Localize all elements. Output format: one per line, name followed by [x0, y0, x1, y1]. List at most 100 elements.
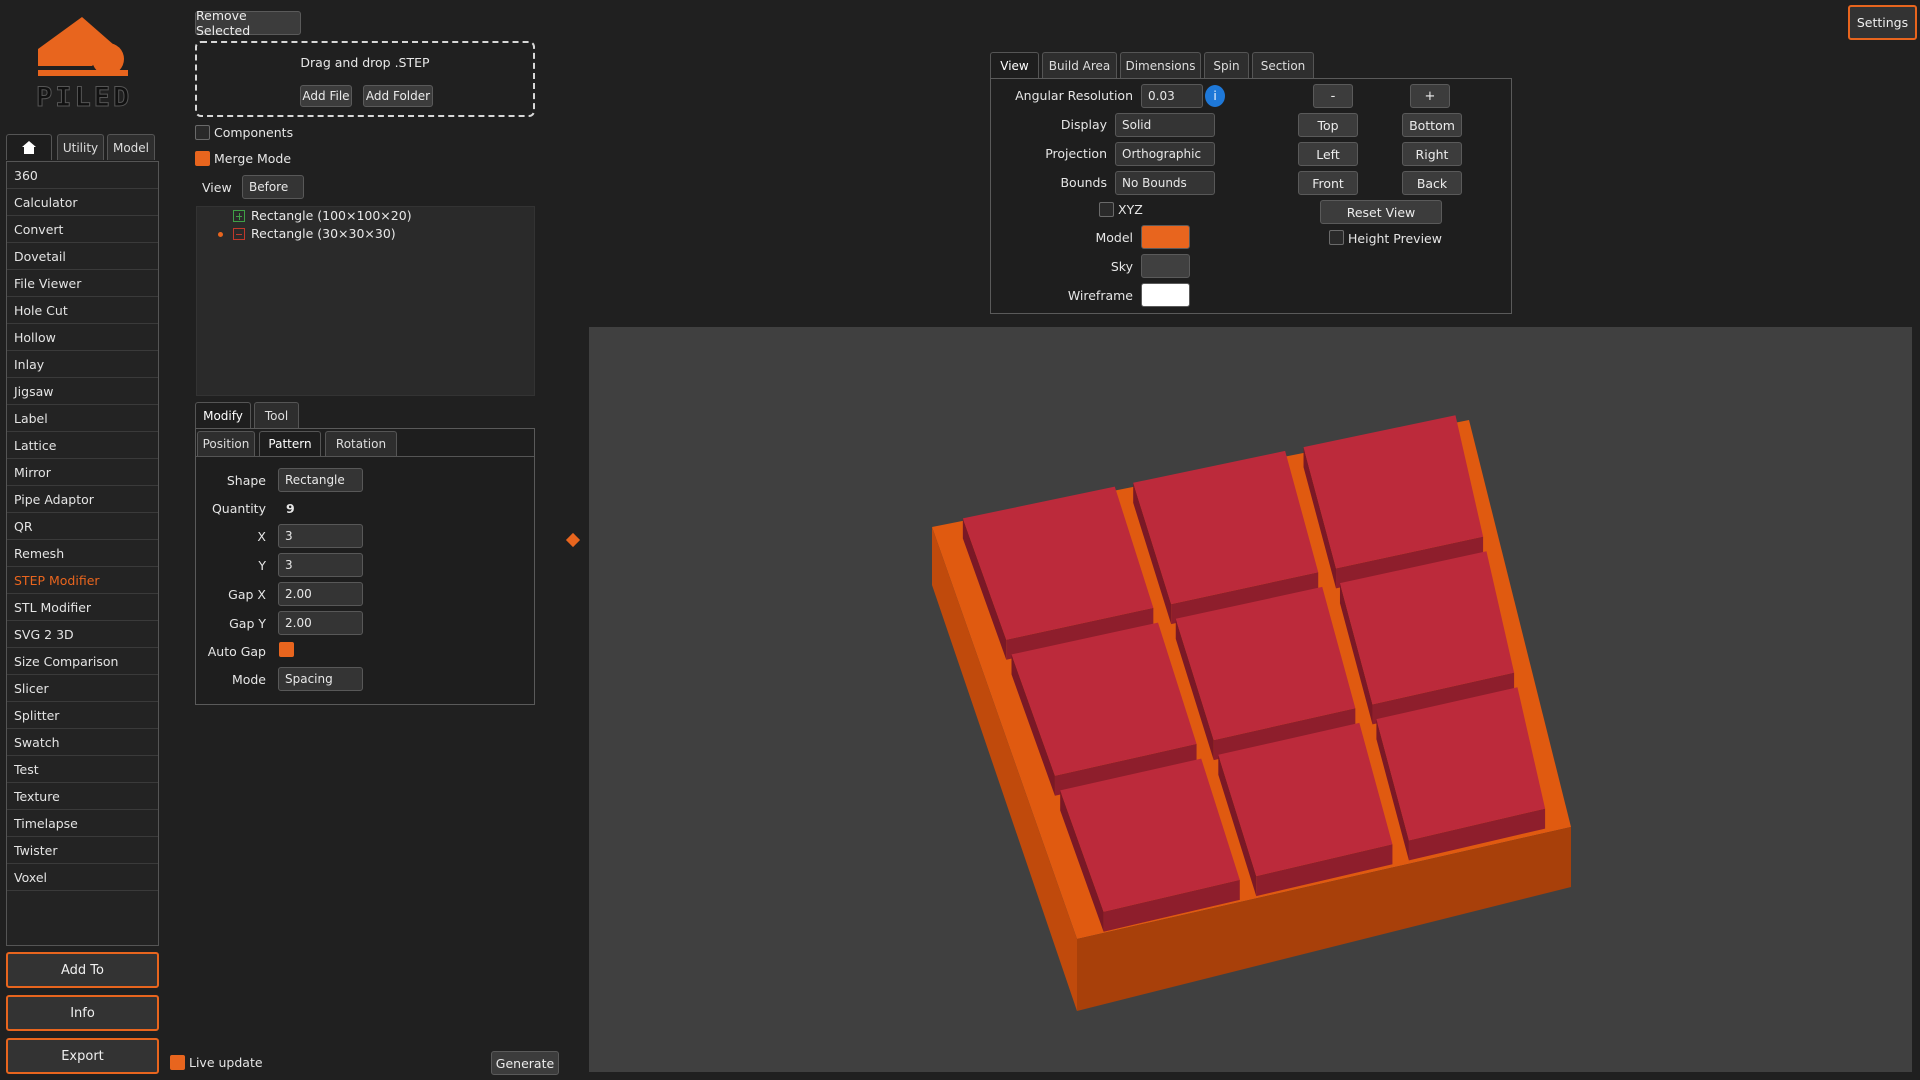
tab-build-area[interactable]: Build Area	[1042, 52, 1117, 78]
sidebar-item[interactable]: Inlay	[7, 351, 158, 378]
subtract-icon	[233, 227, 245, 240]
tab-tool[interactable]: Tool	[254, 402, 299, 428]
sidebar-item[interactable]: Hole Cut	[7, 297, 158, 324]
sidebar-item[interactable]: Voxel	[7, 864, 158, 891]
display-label: Display	[1060, 117, 1107, 132]
tab-dimensions[interactable]: Dimensions	[1120, 52, 1201, 78]
sidebar-item[interactable]: Splitter	[7, 702, 158, 729]
projection-select[interactable]: Orthographic	[1115, 142, 1215, 166]
sidebar-item[interactable]: Remesh	[7, 540, 158, 567]
modify-panel: Position Pattern Rotation Shape Rectangl…	[195, 428, 535, 705]
live-update-label: Live update	[189, 1055, 263, 1070]
view-front-button[interactable]: Front	[1298, 171, 1358, 195]
shape-select[interactable]: Rectangle	[278, 468, 363, 492]
tab-home[interactable]	[6, 134, 52, 160]
info-button[interactable]: Info	[6, 995, 159, 1031]
sky-color-label: Sky	[1110, 259, 1133, 274]
gap-y-label: Gap Y	[229, 616, 266, 631]
gap-x-input[interactable]: 2.00	[278, 582, 363, 606]
model-color-swatch[interactable]	[1141, 225, 1190, 249]
zoom-out-button[interactable]: -	[1313, 84, 1353, 108]
sidebar-item[interactable]: Dovetail	[7, 243, 158, 270]
tab-modify[interactable]: Modify	[195, 402, 251, 428]
reset-view-button[interactable]: Reset View	[1320, 200, 1442, 224]
tree-item-subtract[interactable]: Rectangle (30×30×30)	[218, 226, 396, 241]
add-to-button[interactable]: Add To	[6, 952, 159, 988]
sidebar-item[interactable]: SVG 2 3D	[7, 621, 158, 648]
add-folder-button[interactable]: Add Folder	[363, 85, 433, 107]
angular-resolution-input[interactable]: 0.03	[1141, 84, 1203, 108]
info-icon[interactable]: i	[1205, 85, 1225, 107]
sidebar-item[interactable]: Twister	[7, 837, 158, 864]
subtab-position[interactable]: Position	[197, 431, 255, 456]
tab-section[interactable]: Section	[1252, 52, 1314, 78]
view-left-button[interactable]: Left	[1298, 142, 1358, 166]
sidebar-item[interactable]: Mirror	[7, 459, 158, 486]
sidebar-item[interactable]: Calculator	[7, 189, 158, 216]
sidebar-item[interactable]: 360	[7, 162, 158, 189]
sidebar-item[interactable]: Test	[7, 756, 158, 783]
sidebar-item[interactable]: STL Modifier	[7, 594, 158, 621]
sidebar-item[interactable]: Swatch	[7, 729, 158, 756]
tab-utility[interactable]: Utility	[57, 134, 104, 160]
splitter-handle-icon[interactable]	[565, 532, 581, 548]
drop-zone[interactable]: Drag and drop .STEP Add File Add Folder	[195, 41, 535, 117]
projection-label: Projection	[1045, 146, 1107, 161]
view-right-button[interactable]: Right	[1402, 142, 1462, 166]
sidebar-item[interactable]: QR	[7, 513, 158, 540]
subtab-pattern[interactable]: Pattern	[259, 431, 321, 456]
mode-label: Mode	[231, 672, 266, 687]
sky-color-swatch[interactable]	[1141, 254, 1190, 278]
generate-button[interactable]: Generate	[491, 1051, 559, 1075]
xyz-checkbox[interactable]	[1099, 202, 1114, 217]
settings-button[interactable]: Settings	[1848, 5, 1917, 40]
merge-mode-checkbox[interactable]	[195, 151, 210, 166]
view-bottom-button[interactable]: Bottom	[1402, 113, 1462, 137]
model-render	[932, 415, 1571, 1011]
subtab-rotation[interactable]: Rotation	[325, 431, 397, 456]
home-icon	[22, 141, 36, 154]
sidebar-item[interactable]: Timelapse	[7, 810, 158, 837]
wireframe-color-swatch[interactable]	[1141, 283, 1190, 307]
auto-gap-label: Auto Gap	[207, 644, 266, 659]
live-update-checkbox[interactable]	[170, 1055, 185, 1070]
sidebar-item[interactable]: Size Comparison	[7, 648, 158, 675]
tab-model[interactable]: Model	[107, 134, 155, 160]
view-label: View	[202, 180, 232, 195]
view-select[interactable]: Before	[242, 175, 304, 199]
wireframe-color-label: Wireframe	[1067, 288, 1133, 303]
sidebar-item[interactable]: Jigsaw	[7, 378, 158, 405]
x-label: X	[257, 529, 266, 544]
sidebar-item[interactable]: Hollow	[7, 324, 158, 351]
sidebar-item[interactable]: Convert	[7, 216, 158, 243]
height-preview-label: Height Preview	[1348, 231, 1442, 246]
x-input[interactable]: 3	[278, 524, 363, 548]
tab-spin[interactable]: Spin	[1204, 52, 1249, 78]
zoom-in-button[interactable]: +	[1410, 84, 1450, 108]
3d-viewport[interactable]	[589, 327, 1912, 1072]
gap-y-input[interactable]: 2.00	[278, 611, 363, 635]
sidebar-item[interactable]: Texture	[7, 783, 158, 810]
sidebar-item[interactable]: Slicer	[7, 675, 158, 702]
remove-selected-button[interactable]: Remove Selected	[195, 8, 301, 38]
sidebar-item[interactable]: Label	[7, 405, 158, 432]
model-color-label: Model	[1095, 230, 1133, 245]
sidebar-item[interactable]: Pipe Adaptor	[7, 486, 158, 513]
bounds-select[interactable]: No Bounds	[1115, 171, 1215, 195]
auto-gap-checkbox[interactable]	[279, 642, 294, 657]
height-preview-checkbox[interactable]	[1329, 230, 1344, 245]
y-input[interactable]: 3	[278, 553, 363, 577]
tree-item-add[interactable]: Rectangle (100×100×20)	[233, 208, 412, 223]
export-button[interactable]: Export	[6, 1038, 159, 1074]
components-checkbox[interactable]	[195, 125, 210, 140]
display-select[interactable]: Solid	[1115, 113, 1215, 137]
view-top-button[interactable]: Top	[1298, 113, 1358, 137]
sidebar-item[interactable]: Lattice	[7, 432, 158, 459]
sidebar-item[interactable]: STEP Modifier	[7, 567, 158, 594]
tab-view[interactable]: View	[990, 52, 1039, 78]
view-back-button[interactable]: Back	[1402, 171, 1462, 195]
mode-select[interactable]: Spacing	[278, 667, 363, 691]
sidebar-item[interactable]: File Viewer	[7, 270, 158, 297]
file-tree[interactable]: Rectangle (100×100×20) Rectangle (30×30×…	[196, 206, 535, 396]
add-file-button[interactable]: Add File	[300, 85, 352, 107]
